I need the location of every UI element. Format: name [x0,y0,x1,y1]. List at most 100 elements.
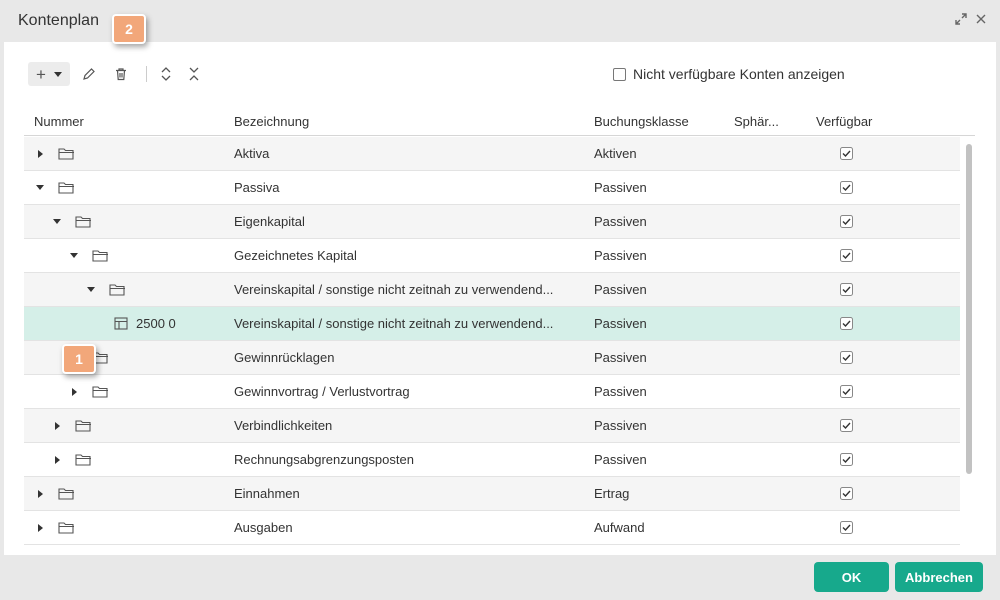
verfuegbar-checkbox[interactable] [840,317,853,330]
cell-buchungsklasse: Passiven [594,418,647,433]
cell-bezeichnung: Gewinnvortrag / Verlustvortrag [234,384,410,399]
chevron-down-icon [53,71,62,77]
verfuegbar-checkbox[interactable] [840,215,853,228]
caret-right-icon[interactable] [55,422,60,430]
caret-right-icon[interactable] [38,150,43,158]
table-row[interactable]: Gezeichnetes Kapital Passiven [24,239,960,273]
table-row[interactable]: Verbindlichkeiten Passiven [24,409,960,443]
folder-icon [75,454,91,466]
column-header-nummer[interactable]: Nummer [34,114,84,129]
verfuegbar-checkbox[interactable] [840,487,853,500]
cell-buchungsklasse: Ertrag [594,486,630,501]
cell-bezeichnung: Gezeichnetes Kapital [234,248,357,263]
verfuegbar-checkbox[interactable] [840,419,853,432]
caret-right-icon[interactable] [38,524,43,532]
folder-icon [109,284,125,296]
kontenplan-dialog: Kontenplan + Nicht verfügbare Konten anz… [0,0,1000,600]
edit-button[interactable] [76,62,102,86]
accounts-tree-grid: Nummer Bezeichnung Buchungsklasse Sphär.… [24,106,975,545]
table-row[interactable]: Passiva Passiven [24,171,960,205]
delete-icon [116,68,126,81]
cell-bezeichnung: Gewinnrücklagen [234,350,335,365]
delete-button[interactable] [108,62,134,86]
header-icons [954,12,988,26]
caret-down-icon[interactable] [53,219,61,224]
dialog-title: Kontenplan [18,12,99,29]
edit-icon [83,68,95,80]
cell-buchungsklasse: Passiven [594,384,647,399]
cell-bezeichnung: Einnahmen [234,486,300,501]
caret-down-icon[interactable] [70,253,78,258]
cell-bezeichnung: Passiva [234,180,280,195]
expand-all-button[interactable] [155,62,177,86]
caret-down-icon[interactable] [87,287,95,292]
caret-right-icon[interactable] [72,388,77,396]
verfuegbar-checkbox[interactable] [840,351,853,364]
cell-buchungsklasse: Passiven [594,316,647,331]
cell-bezeichnung: Ausgaben [234,520,293,535]
dialog-body: + Nicht verfügbare Konten anzeigen Numme… [4,42,996,555]
cell-buchungsklasse: Passiven [594,180,647,195]
verfuegbar-checkbox[interactable] [840,249,853,262]
verfuegbar-checkbox[interactable] [840,385,853,398]
table-row[interactable]: Aktiva Aktiven [24,137,960,171]
table-row[interactable]: Gewinnrücklagen Passiven [24,341,960,375]
collapse-all-button[interactable] [183,62,205,86]
folder-icon [92,386,108,398]
cell-bezeichnung: Rechnungsabgrenzungsposten [234,452,414,467]
folder-icon [75,420,91,432]
caret-right-icon[interactable] [55,456,60,464]
ok-button[interactable]: OK [814,562,889,592]
column-header-sphaere[interactable]: Sphär... [734,114,779,129]
column-header-buchungsklasse[interactable]: Buchungsklasse [594,114,689,129]
table-row[interactable]: Gewinnvortrag / Verlustvortrag Passiven [24,375,960,409]
expand-all-icon [161,67,171,81]
cancel-button[interactable]: Abbrechen [895,562,983,592]
cell-buchungsklasse: Passiven [594,248,647,263]
cell-buchungsklasse: Passiven [594,350,647,365]
table-row[interactable]: Vereinskapital / sonstige nicht zeitnah … [24,273,960,307]
folder-icon [58,522,74,534]
toolbar-separator [146,66,147,82]
table-row[interactable]: Einnahmen Ertrag [24,477,960,511]
scrollbar-thumb[interactable] [966,144,972,474]
caret-right-icon[interactable] [38,490,43,498]
cell-bezeichnung: Vereinskapital / sonstige nicht zeitnah … [234,282,554,297]
folder-icon [58,148,74,160]
account-table-icon [114,317,128,330]
column-header-verfuegbar[interactable]: Verfügbar [816,114,872,129]
cell-buchungsklasse: Passiven [594,282,647,297]
close-icon[interactable] [974,12,988,26]
grid-rows: Aktiva Aktiven Passiva Passiven Eigenkapital… [24,137,960,545]
cell-buchungsklasse: Aufwand [594,520,645,535]
verfuegbar-checkbox[interactable] [840,521,853,534]
table-row[interactable]: 2500 0 Vereinskapital / sonstige nicht ze… [24,307,960,341]
callout-marker-2: 2 [112,14,146,44]
cell-bezeichnung: Vereinskapital / sonstige nicht zeitnah … [234,316,554,331]
table-row[interactable]: Rechnungsabgrenzungsposten Passiven [24,443,960,477]
cell-bezeichnung: Verbindlichkeiten [234,418,333,433]
cell-bezeichnung: Eigenkapital [234,214,305,229]
caret-down-icon[interactable] [36,185,44,190]
verfuegbar-checkbox[interactable] [840,181,853,194]
folder-icon [92,250,108,262]
folder-icon [58,488,74,500]
verfuegbar-checkbox[interactable] [840,283,853,296]
checkbox-box[interactable] [613,67,626,81]
column-header-bezeichnung[interactable]: Bezeichnung [234,114,309,129]
table-row[interactable]: Ausgaben Aufwand [24,511,960,545]
toolbar: + [28,62,205,86]
add-dropdown-button[interactable]: + [28,62,70,86]
cell-nummer: 2500 0 [136,316,176,331]
show-unavailable-label: Nicht verfügbare Konten anzeigen [633,66,845,82]
vertical-scrollbar[interactable] [964,144,974,536]
dialog-footer: OK Abbrechen [0,555,1000,600]
table-row[interactable]: Eigenkapital Passiven [24,205,960,239]
grid-header: Nummer Bezeichnung Buchungsklasse Sphär.… [24,106,975,136]
verfuegbar-checkbox[interactable] [840,453,853,466]
expand-icon[interactable] [954,12,968,26]
cell-bezeichnung: Aktiva [234,146,270,161]
cell-buchungsklasse: Aktiven [594,146,637,161]
show-unavailable-checkbox[interactable]: Nicht verfügbare Konten anzeigen [613,66,845,82]
verfuegbar-checkbox[interactable] [840,147,853,160]
